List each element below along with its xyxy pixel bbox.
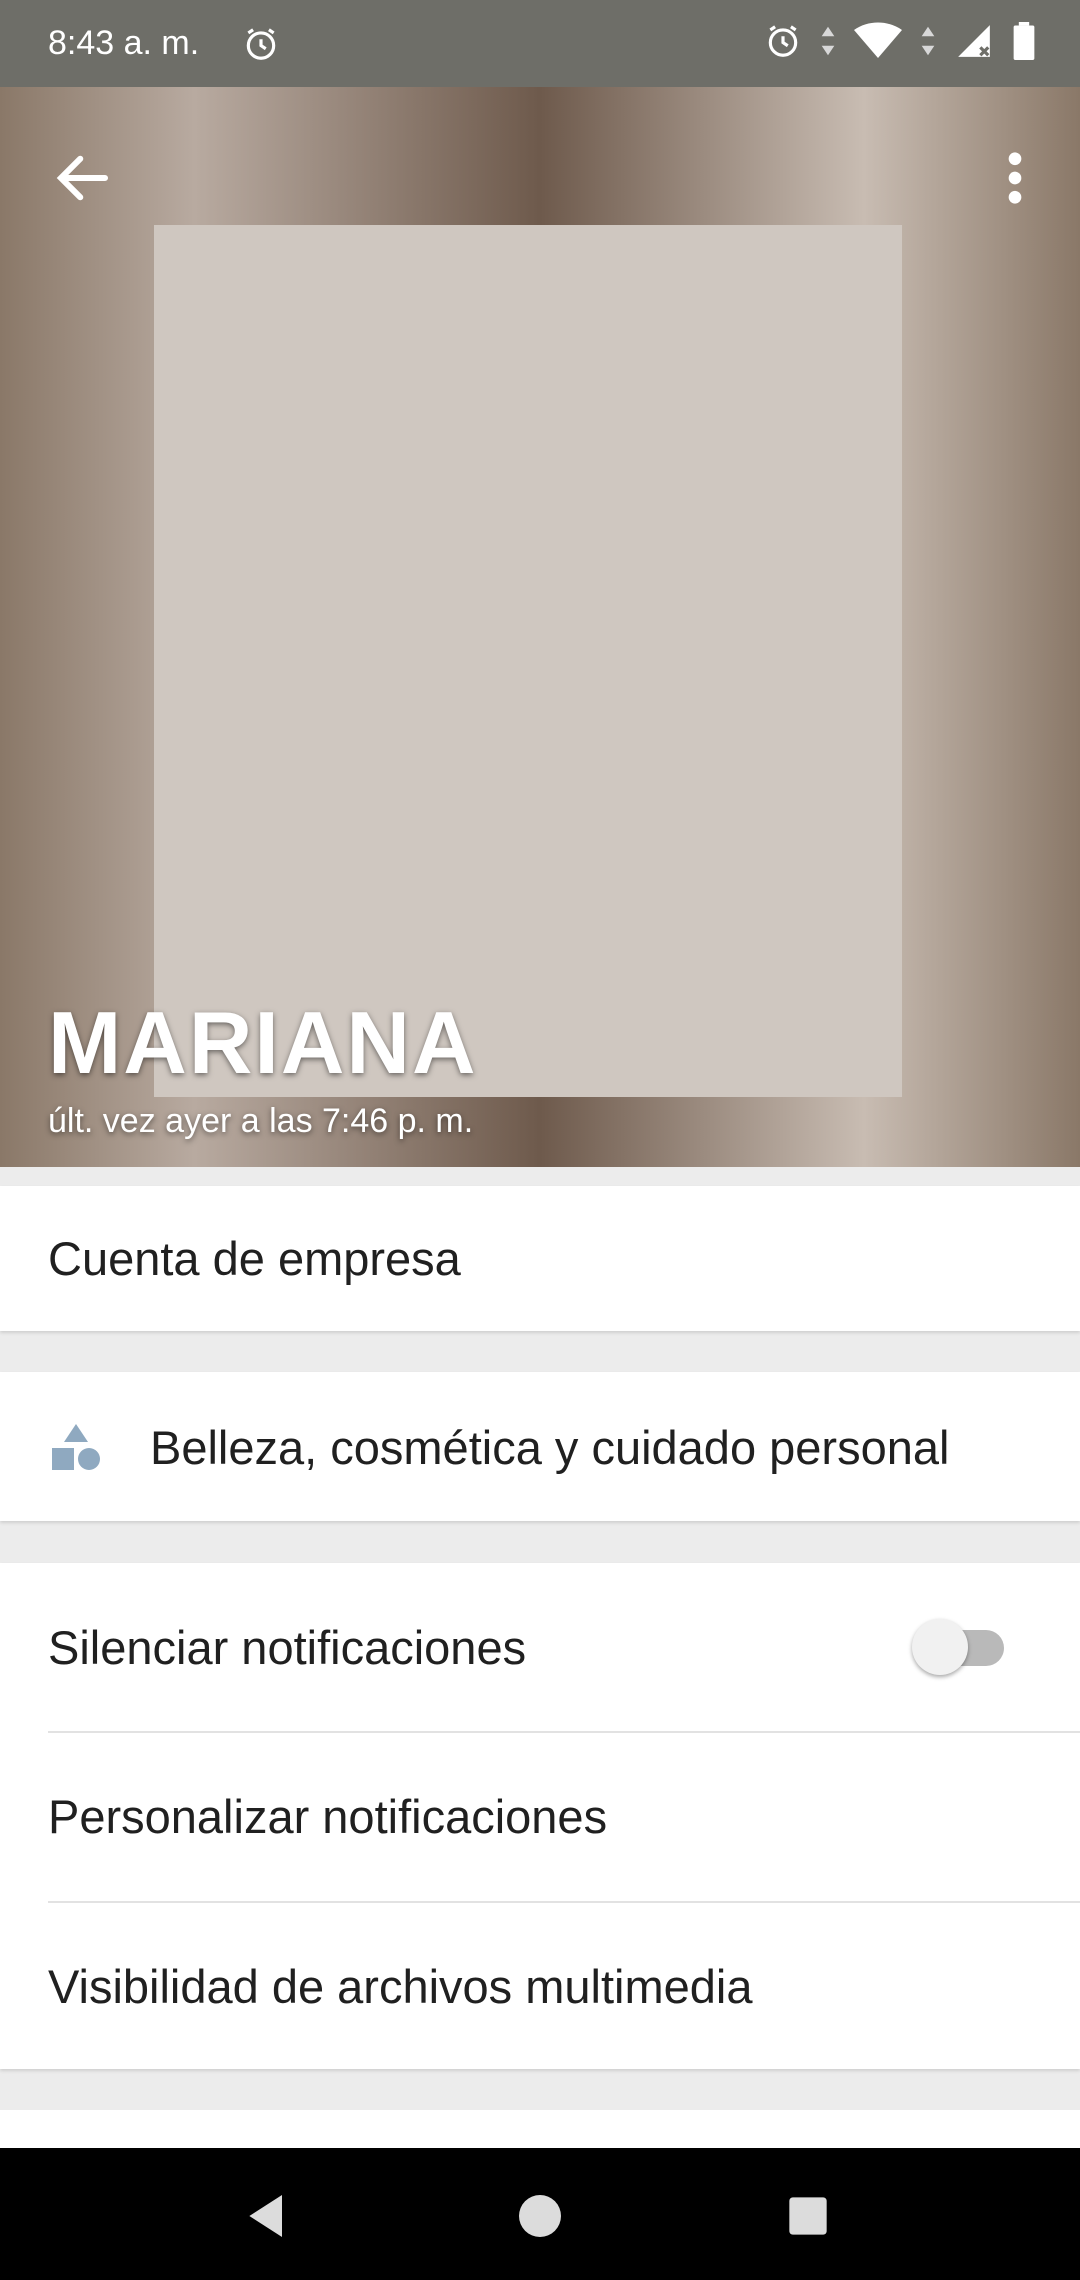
mute-notifications-toggle[interactable] [912, 1617, 1010, 1677]
battery-icon [1012, 22, 1036, 65]
wifi-icon [854, 22, 902, 65]
contact-name: MARIANA [48, 993, 478, 1092]
category-label: Belleza, cosmética y cuidado personal [150, 1421, 950, 1474]
business-account-card: Cuenta de empresa [0, 1186, 1080, 1331]
custom-notifications-label: Personalizar notificaciones [48, 1790, 608, 1843]
media-visibility-label: Visibilidad de archivos multimedia [48, 1960, 753, 2013]
alarm-icon [242, 25, 280, 68]
profile-photo[interactable] [154, 225, 902, 1097]
last-seen-text: últ. vez ayer a las 7:46 p. m. [48, 1102, 474, 1140]
notifications-card: Silenciar notificaciones Personalizar no… [0, 1563, 1080, 2069]
category-shapes-icon [48, 1420, 104, 1481]
alarm-icon [764, 22, 802, 65]
toggle-knob [912, 1619, 968, 1675]
data-arrows-icon [920, 22, 936, 65]
nav-home-icon[interactable] [512, 2188, 568, 2244]
custom-notifications-row[interactable]: Personalizar notificaciones [0, 1733, 1080, 1901]
nav-recents-icon[interactable] [780, 2188, 836, 2244]
data-arrows-icon [820, 22, 836, 65]
media-visibility-row[interactable]: Visibilidad de archivos multimedia [0, 1903, 1080, 2069]
status-icons [764, 22, 1036, 65]
status-time: 8:43 a. m. [48, 24, 200, 62]
business-account-label: Cuenta de empresa [48, 1232, 461, 1285]
cell-signal-icon [954, 22, 994, 65]
mute-notifications-label: Silenciar notificaciones [48, 1621, 527, 1674]
more-options-icon[interactable] [990, 145, 1040, 211]
next-card [0, 2110, 1080, 2148]
system-nav-bar [0, 2148, 1080, 2280]
profile-header: MARIANA últ. vez ayer a las 7:46 p. m. [0, 87, 1080, 1167]
nav-back-icon[interactable] [240, 2188, 296, 2244]
back-arrow-icon[interactable] [50, 145, 116, 211]
status-bar: 8:43 a. m. [0, 0, 1080, 87]
category-card[interactable]: Belleza, cosmética y cuidado personal [0, 1372, 1080, 1521]
mute-notifications-row[interactable]: Silenciar notificaciones [0, 1563, 1080, 1731]
